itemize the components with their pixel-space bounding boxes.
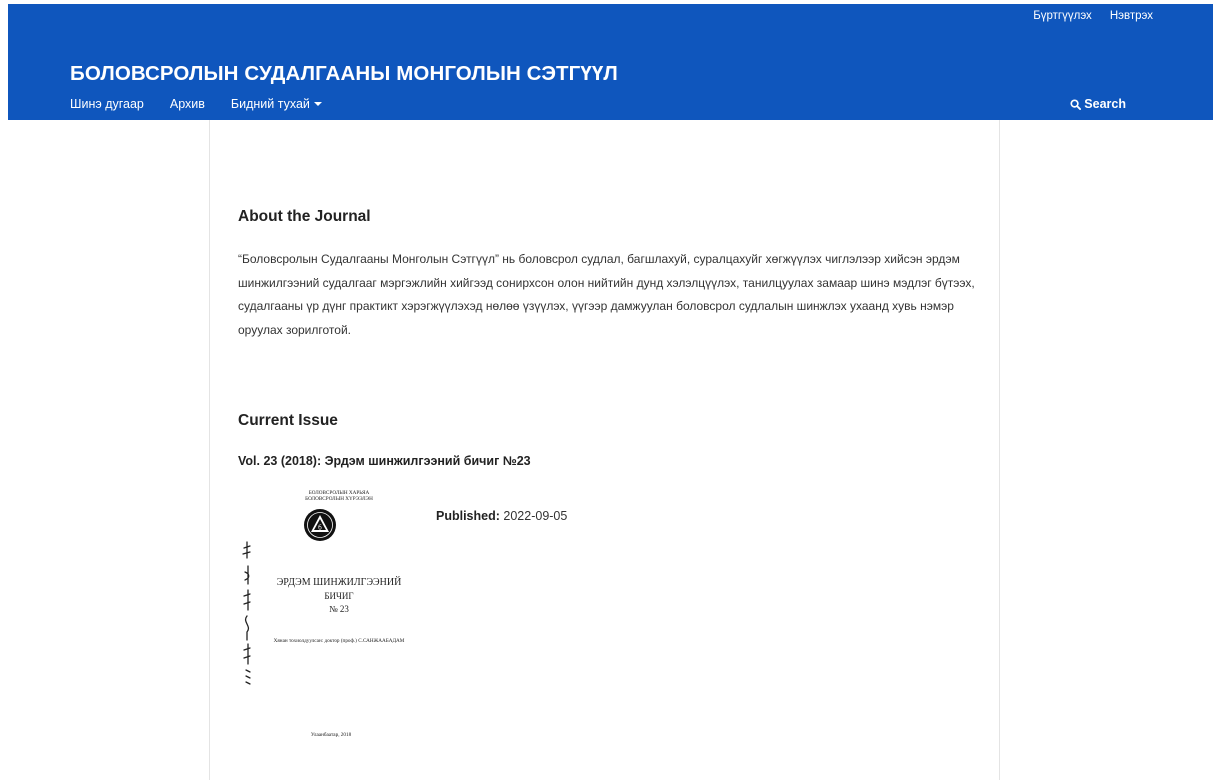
institution-logo-icon: б	[304, 509, 336, 541]
search-link[interactable]: Search	[1070, 97, 1126, 111]
search-icon	[1070, 98, 1082, 110]
about-text: “Боловсролын Судалгааны Монголын Сэтгүүл…	[238, 252, 975, 337]
register-link[interactable]: Бүртгүүлэх	[1033, 10, 1092, 22]
nav-archive[interactable]: Архив	[170, 97, 205, 111]
primary-nav: Шинэ дугаар Архив Бидний тухай	[70, 97, 322, 111]
published-info: Published: 2022-09-05	[436, 509, 567, 523]
login-link[interactable]: Нэвтрэх	[1110, 10, 1153, 22]
nav-about-dropdown[interactable]: Бидний тухай	[231, 97, 322, 111]
cover-number: № 23	[329, 604, 349, 614]
user-nav: Бүртгүүлэх Нэвтрэх	[1033, 10, 1153, 22]
cover-editor: Хянан тохиолдуулсан: доктор (проф.) С.СА…	[273, 638, 405, 644]
about-heading: About the Journal	[238, 208, 371, 225]
site-header: Бүртгүүлэх Нэвтрэх БОЛОВСРОЛЫН СУДАЛГААН…	[8, 4, 1213, 120]
main-content: About the Journal “Боловсролын Судалгаан…	[209, 120, 1000, 780]
search-label: Search	[1084, 97, 1126, 111]
issue-title-link[interactable]: Vol. 23 (2018): Эрдэм шинжилгээний бичиг…	[238, 454, 531, 468]
current-issue-heading: Current Issue	[238, 412, 338, 429]
svg-text:б: б	[318, 525, 322, 532]
nav-about-label: Бидний тухай	[230, 97, 310, 111]
cover-institution-line2: БОЛОВСРОЛЫН ХҮРЭЭЛЭН	[305, 496, 373, 502]
caret-down-icon	[313, 102, 322, 106]
cover-title-line1: ЭРДЭМ ШИНЖИЛГЭЭНИЙ	[276, 577, 402, 588]
cover-city-year: Улаанбаатар, 2018	[310, 732, 352, 738]
published-label: Published:	[436, 509, 500, 523]
cover-title-line2: БИЧИГ	[324, 591, 354, 601]
nav-current-issue[interactable]: Шинэ дугаар	[70, 97, 144, 111]
issue-cover-image[interactable]: БОЛОВСРОЛЫН ХАРЬЯА БОЛОВСРОЛЫН ХҮРЭЭЛЭН …	[238, 482, 416, 762]
published-date: 2022-09-05	[503, 509, 568, 523]
mongolian-script-icon	[242, 541, 251, 685]
site-title[interactable]: БОЛОВСРОЛЫН СУДАЛГААНЫ МОНГОЛЫН СЭТГҮҮЛ	[70, 62, 618, 86]
